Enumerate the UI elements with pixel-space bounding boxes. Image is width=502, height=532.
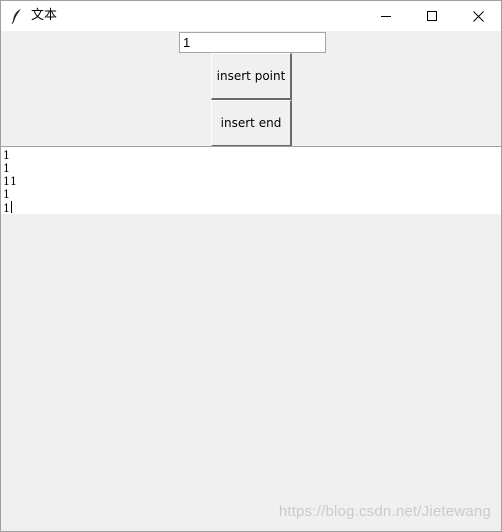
text-entry[interactable] xyxy=(179,32,326,53)
insert-end-button[interactable]: insert end xyxy=(211,100,292,147)
window-title: 文本 xyxy=(31,8,58,23)
maximize-icon xyxy=(427,11,437,21)
text-area[interactable]: 1 1 11 1 1 xyxy=(1,146,501,215)
close-button[interactable] xyxy=(455,1,501,31)
text-line: 1 xyxy=(3,162,10,175)
text-line: 1 xyxy=(3,188,10,201)
text-line-content: 1 xyxy=(3,202,10,215)
watermark: https://blog.csdn.net/Jietewang xyxy=(278,503,491,520)
minimize-button[interactable] xyxy=(363,1,409,31)
feather-icon xyxy=(10,8,24,24)
text-cursor xyxy=(11,201,12,213)
maximize-button[interactable] xyxy=(409,1,455,31)
text-line: 11 xyxy=(3,175,17,188)
title-bar[interactable]: 文本 xyxy=(1,1,501,31)
minimize-icon xyxy=(381,16,391,17)
text-line-last: 1 xyxy=(3,201,501,215)
text-line: 1 xyxy=(3,149,10,162)
close-icon xyxy=(473,11,484,22)
app-window: 文本 insert point insert end 1 1 11 1 1 ht… xyxy=(0,0,502,532)
insert-point-button[interactable]: insert point xyxy=(211,53,292,100)
